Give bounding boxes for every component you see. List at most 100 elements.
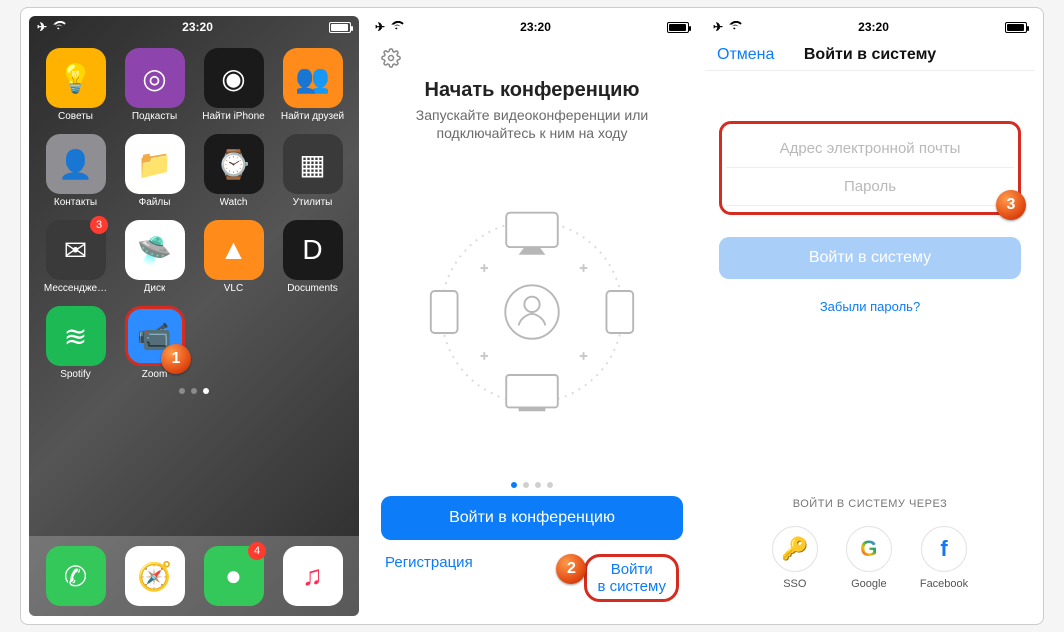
app-icon: ◎	[125, 48, 185, 108]
app-icon: ◉	[204, 48, 264, 108]
app-icon: ▦	[283, 134, 343, 194]
app-spotify[interactable]: ≋ Spotify	[39, 306, 112, 380]
app-label: Контакты	[54, 197, 97, 208]
app-диск[interactable]: 🛸 Диск	[118, 220, 191, 294]
app-мессендже…[interactable]: ✉3Мессендже…	[39, 220, 112, 294]
app-icon: 💡	[46, 48, 106, 108]
battery-icon	[1005, 22, 1027, 33]
status-bar: ✈︎ 23:20	[705, 16, 1035, 38]
app-подкасты[interactable]: ◎ Подкасты	[118, 48, 191, 122]
app-label: Documents	[287, 283, 338, 294]
onboarding-subtitle: Запускайте видеоконференции или подключа…	[367, 102, 697, 150]
app-zoom[interactable]: 📹1Zoom	[118, 306, 191, 380]
settings-gear-icon[interactable]	[381, 55, 401, 72]
login-navbar: Отмена Войти в систему	[705, 38, 1035, 71]
app-файлы[interactable]: 📁 Файлы	[118, 134, 191, 208]
credentials-area: Адрес электронной почты Пароль 3	[719, 121, 1021, 215]
login-title: Войти в систему	[804, 46, 936, 64]
app-icon: 🛸	[125, 220, 185, 280]
password-field[interactable]: Пароль	[726, 168, 1014, 206]
app-label: Zoom	[142, 369, 168, 380]
register-link[interactable]: Регистрация	[385, 554, 473, 603]
google-icon: G	[846, 526, 892, 572]
sso-icon: 🔑	[772, 526, 818, 572]
status-time: 23:20	[520, 20, 551, 34]
airplane-icon: ✈︎	[37, 20, 47, 34]
home-app-grid: 💡 Советы ◎ Подкасты ◉ Найти iPhone 👥 Найти друз…	[29, 38, 359, 380]
app-label: Найти друзей	[281, 111, 344, 122]
airplane-icon: ✈︎	[375, 20, 385, 34]
cancel-button[interactable]: Отмена	[717, 46, 774, 64]
dock-app-phone[interactable]: ✆	[39, 546, 112, 606]
status-time: 23:20	[182, 20, 213, 34]
login-button[interactable]: Войти в систему	[719, 237, 1021, 279]
step-badge-3: 3	[996, 190, 1026, 220]
social-login-sso[interactable]: 🔑 SSO	[772, 526, 818, 590]
social-label: SSO	[783, 578, 806, 590]
app-icon: ▲	[204, 220, 264, 280]
app-label: Мессендже…	[44, 283, 107, 294]
wifi-icon	[390, 20, 404, 34]
dock-app-music[interactable]: ♫	[276, 546, 349, 606]
app-icon: ♫	[283, 546, 343, 606]
signin-link[interactable]: Войти в систему	[584, 554, 679, 603]
app-label: Файлы	[139, 197, 171, 208]
app-советы[interactable]: 💡 Советы	[39, 48, 112, 122]
app-icon: 📁	[125, 134, 185, 194]
app-label: Найти iPhone	[202, 111, 264, 122]
notification-badge: 4	[248, 542, 266, 560]
status-bar: ✈︎ 23:20	[367, 16, 697, 38]
app-watch[interactable]: ⌚ Watch	[197, 134, 270, 208]
notification-badge: 3	[90, 216, 108, 234]
app-icon: ≋	[46, 306, 106, 366]
phone-zoom-login: ✈︎ 23:20 Отмена Войти в систему Адрес эл…	[705, 16, 1035, 616]
app-icon: 🧭	[125, 546, 185, 606]
app-label: Watch	[220, 197, 248, 208]
step-badge-1: 1	[161, 344, 191, 374]
app-label: Советы	[58, 111, 93, 122]
phone-zoom-onboarding: ✈︎ 23:20 Начать конференцию Запускайте в…	[367, 16, 697, 616]
onboarding-page-indicator	[367, 482, 697, 488]
app-icon: 👥	[283, 48, 343, 108]
social-login-facebook[interactable]: f Facebook	[920, 526, 968, 590]
app-icon: 👤	[46, 134, 106, 194]
social-login-google[interactable]: G Google	[846, 526, 892, 590]
status-bar: ✈︎ 23:20	[29, 16, 359, 38]
page-indicator	[29, 388, 359, 394]
email-field[interactable]: Адрес электронной почты	[726, 130, 1014, 168]
status-time: 23:20	[858, 20, 889, 34]
app-label: Spotify	[60, 369, 91, 380]
onboarding-title: Начать конференцию	[367, 73, 697, 102]
app-icon: ⌚	[204, 134, 264, 194]
app-vlc[interactable]: ▲ VLC	[197, 220, 270, 294]
forgot-password-link[interactable]: Забыли пароль?	[705, 299, 1035, 314]
dock-app-messages[interactable]: ●4	[197, 546, 270, 606]
airplane-icon: ✈︎	[713, 20, 723, 34]
social-label: Facebook	[920, 578, 968, 590]
dock-app-safari[interactable]: 🧭	[118, 546, 191, 606]
app-icon: D	[283, 220, 343, 280]
app-label: VLC	[224, 283, 243, 294]
wifi-icon	[728, 20, 742, 34]
facebook-icon: f	[921, 526, 967, 572]
social-login-row: 🔑 SSO G Google f Facebook	[705, 510, 1035, 616]
social-label: Google	[851, 578, 886, 590]
dock: ✆ 🧭●4♫	[29, 536, 359, 616]
app-label: Диск	[144, 283, 166, 294]
app-найти друзей[interactable]: 👥 Найти друзей	[276, 48, 349, 122]
app-найти iphone[interactable]: ◉ Найти iPhone	[197, 48, 270, 122]
app-label: Утилиты	[293, 197, 333, 208]
battery-icon	[667, 22, 689, 33]
step-badge-2: 2	[556, 554, 586, 584]
login-via-label: ВОЙТИ В СИСТЕМУ ЧЕРЕЗ	[705, 458, 1035, 510]
join-conference-button[interactable]: Войти в конференцию	[381, 496, 683, 540]
app-контакты[interactable]: 👤 Контакты	[39, 134, 112, 208]
onboarding-illustration	[367, 150, 697, 473]
wifi-icon	[52, 20, 66, 34]
app-icon: ✆	[46, 546, 106, 606]
app-label: Подкасты	[132, 111, 177, 122]
phone-home-screen: ✈︎ 23:20 💡 Советы ◎ Подкасты ◉ Найти iPhone 👥 Н…	[29, 16, 359, 616]
battery-icon	[329, 22, 351, 33]
app-documents[interactable]: D Documents	[276, 220, 349, 294]
app-утилиты[interactable]: ▦ Утилиты	[276, 134, 349, 208]
